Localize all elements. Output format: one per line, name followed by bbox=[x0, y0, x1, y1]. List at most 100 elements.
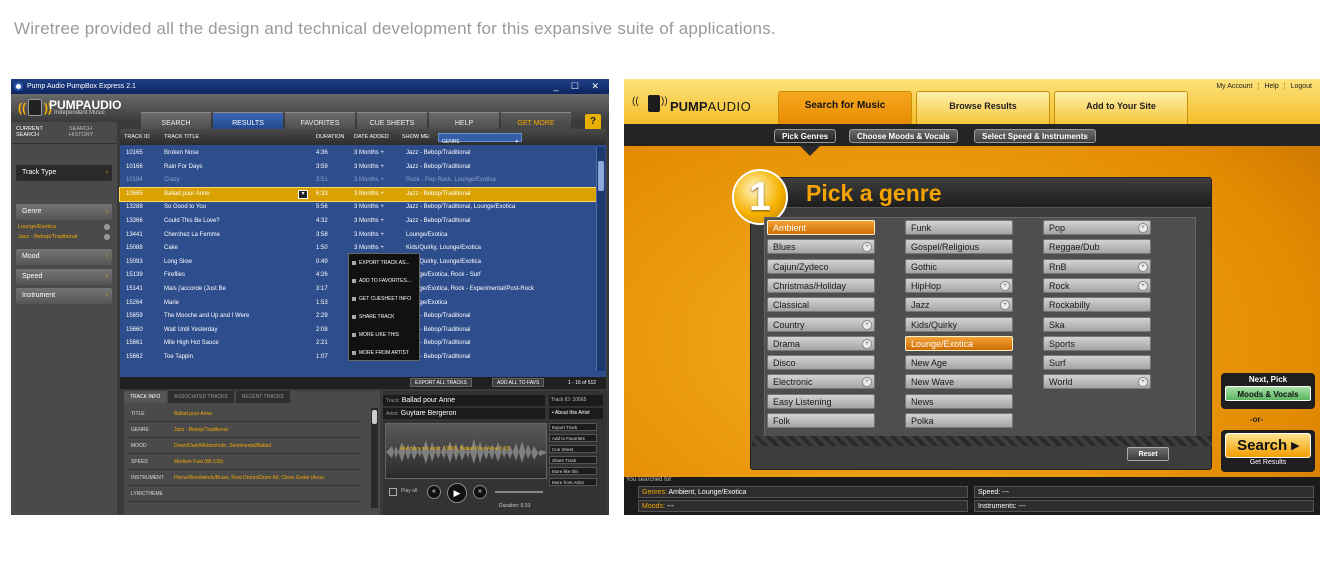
expand-icon[interactable]: + bbox=[862, 377, 872, 388]
genre-button-world[interactable]: World + bbox=[1043, 374, 1151, 390]
table-row[interactable]: 10166 Rain For Days 3:59 3 Months + Jazz - B… bbox=[120, 161, 596, 175]
genre-button-lounge-exotica[interactable]: Lounge/Exotica bbox=[905, 335, 1013, 351]
col-track-id[interactable]: TRACK ID bbox=[124, 134, 150, 140]
table-row[interactable]: 10165 Broken Nose 4:36 3 Months + Jazz - Beb… bbox=[120, 147, 596, 161]
table-scrollbar[interactable] bbox=[596, 147, 605, 371]
genre-button-gospel-religious[interactable]: Gospel/Religious bbox=[905, 239, 1013, 255]
my-account-link[interactable]: My Account bbox=[1216, 83, 1252, 90]
genre-button-funk[interactable]: Funk bbox=[905, 220, 1013, 235]
genre-button-polka[interactable]: Polka bbox=[905, 413, 1013, 428]
tab-search-history[interactable]: SEARCH HISTORY bbox=[64, 122, 117, 143]
expand-icon[interactable]: + bbox=[862, 242, 872, 253]
genre-button-new-age[interactable]: New Age bbox=[905, 355, 1013, 371]
window-controls[interactable]: _ ☐ ✕ bbox=[553, 79, 604, 94]
help-icon[interactable]: ? bbox=[585, 114, 601, 130]
table-row[interactable]: 13288 So Good to You 5:56 3 Months + Jazz - … bbox=[120, 201, 596, 215]
reset-button[interactable]: Reset bbox=[1127, 447, 1169, 461]
volume-slider[interactable] bbox=[495, 491, 543, 493]
genre-button-new-wave[interactable]: New Wave bbox=[905, 374, 1013, 390]
context-menu-item[interactable]: EXPORT TRACK AS... bbox=[349, 254, 419, 272]
genre-button-sports[interactable]: Sports bbox=[1043, 335, 1151, 351]
expand-icon[interactable]: + bbox=[862, 319, 872, 330]
tab-current-search[interactable]: CURRENT SEARCH bbox=[11, 122, 64, 143]
table-row[interactable]: 13366 Could This Be Love? 4:32 3 Months + Ja… bbox=[120, 215, 596, 229]
genre-button-ska[interactable]: Ska bbox=[1043, 316, 1151, 332]
genre-button-pop[interactable]: Pop + bbox=[1043, 220, 1151, 235]
expand-icon[interactable]: + bbox=[1138, 280, 1148, 291]
genre-button-rock[interactable]: Rock + bbox=[1043, 277, 1151, 293]
expand-icon[interactable]: + bbox=[1138, 261, 1148, 272]
play-icon[interactable]: ▶ bbox=[447, 483, 467, 503]
genre-button-rockabilly[interactable]: Rockabilly bbox=[1043, 297, 1151, 313]
rewind-icon[interactable]: « bbox=[427, 485, 441, 499]
expand-icon[interactable]: + bbox=[1138, 223, 1148, 233]
expand-icon[interactable]: + bbox=[1000, 280, 1010, 291]
tab-associated-tracks[interactable]: ASSOCIATED TRACKS bbox=[168, 391, 234, 403]
context-menu-item[interactable]: GET CUESHEET INFO bbox=[349, 290, 419, 308]
genre-button-cajun-zydeco[interactable]: Cajun/Zydeco bbox=[767, 258, 875, 274]
scroll-thumb[interactable] bbox=[372, 410, 377, 424]
genre-button-country[interactable]: Country + bbox=[767, 316, 875, 332]
about-artist-link[interactable]: • About this Artist bbox=[549, 408, 603, 419]
player-action-button[interactable]: Add to Favorites bbox=[549, 434, 597, 442]
player-action-button[interactable]: Share Track bbox=[549, 456, 597, 464]
genre-button-classical[interactable]: Classical bbox=[767, 297, 875, 313]
tab-recent-tracks[interactable]: RECENT TRACKS bbox=[235, 391, 290, 403]
play-all-checkbox[interactable] bbox=[389, 488, 397, 496]
genre-button-christmas-holiday[interactable]: Christmas/Holiday bbox=[767, 277, 875, 293]
sidebar-track-type[interactable]: Track Type › bbox=[16, 165, 112, 181]
genre-button-blues[interactable]: Blues + bbox=[767, 239, 875, 255]
search-button[interactable]: Search ▸ bbox=[1225, 433, 1311, 458]
genre-button-kids-quirky[interactable]: Kids/Quirky bbox=[905, 316, 1013, 332]
context-menu-item[interactable]: ADD TO FAVORITES... bbox=[349, 272, 419, 290]
info-scrollbar[interactable] bbox=[371, 408, 378, 508]
scroll-thumb[interactable] bbox=[598, 161, 604, 191]
genre-button-ambient[interactable]: Ambient bbox=[767, 220, 875, 235]
expand-icon[interactable]: + bbox=[1138, 377, 1148, 388]
add-all-favs-button[interactable]: ADD ALL TO FAVS bbox=[492, 378, 545, 387]
genre-button-jazz[interactable]: Jazz + bbox=[905, 297, 1013, 313]
remove-icon[interactable] bbox=[104, 224, 110, 230]
genre-button-drama[interactable]: Drama + bbox=[767, 335, 875, 351]
sidebar-mood[interactable]: Mood › bbox=[16, 249, 112, 265]
genre-button-reggae-dub[interactable]: Reggae/Dub bbox=[1043, 239, 1151, 255]
table-row[interactable]: 10665 Ballad pour Anne 6:33 3 Months + Jazz … bbox=[119, 186, 597, 203]
genre-button-disco[interactable]: Disco bbox=[767, 355, 875, 371]
subtab-speed-instruments[interactable]: Select Speed & Instruments bbox=[974, 129, 1096, 143]
waveform-display[interactable]: File does not exist: 10665_Ballad Pour A… bbox=[385, 423, 547, 479]
table-row[interactable]: 13441 Cherchez La Femme 3:58 3 Months + Loun… bbox=[120, 229, 596, 243]
expand-icon[interactable]: + bbox=[1000, 300, 1010, 311]
export-all-button[interactable]: EXPORT ALL TRACKS bbox=[410, 378, 472, 387]
genre-button-easy-listening[interactable]: Easy Listening bbox=[767, 393, 875, 409]
sidebar-instrument[interactable]: Instrument › bbox=[16, 288, 112, 304]
player-action-button[interactable]: Export Track bbox=[549, 423, 597, 431]
genre-button-hiphop[interactable]: HipHop + bbox=[905, 277, 1013, 293]
sidebar-genre[interactable]: Genre › bbox=[16, 204, 112, 220]
tab-add-to-site[interactable]: Add to Your Site bbox=[1054, 91, 1188, 124]
player-action-button[interactable]: More from Artist bbox=[549, 478, 597, 486]
subtab-pick-genres[interactable]: Pick Genres bbox=[774, 129, 837, 143]
col-date-added[interactable]: DATE ADDED bbox=[354, 134, 389, 140]
context-menu-item[interactable]: MORE LIKE THIS bbox=[349, 326, 419, 344]
show-me-select[interactable]: GENRE ▾ bbox=[438, 133, 522, 145]
genre-button-folk[interactable]: Folk bbox=[767, 413, 875, 428]
window-titlebar[interactable]: Pump Audio PumpBox Express 2.1 _ ☐ ✕ bbox=[11, 79, 609, 94]
genre-button-electronic[interactable]: Electronic + bbox=[767, 374, 875, 390]
context-menu-item[interactable]: MORE FROM ARTIST bbox=[349, 344, 419, 362]
tab-search-for-music[interactable]: Search for Music bbox=[778, 91, 912, 124]
expand-icon[interactable]: + bbox=[862, 338, 872, 349]
context-menu-item[interactable]: SHARE TRACK bbox=[349, 308, 419, 326]
genre-button-gothic[interactable]: Gothic bbox=[905, 258, 1013, 274]
track-menu-icon[interactable]: ▾ bbox=[298, 189, 308, 199]
genre-button-rnb[interactable]: RnB + bbox=[1043, 258, 1151, 274]
table-row[interactable]: 10194 Crazy 3:51 3 Months + Rock - Pop Rock,… bbox=[120, 174, 596, 188]
moods-vocals-button[interactable]: Moods & Vocals bbox=[1225, 386, 1311, 401]
logout-link[interactable]: Logout bbox=[1291, 83, 1312, 90]
player-action-button[interactable]: More like this bbox=[549, 467, 597, 475]
remove-icon[interactable] bbox=[104, 234, 110, 240]
genre-button-surf[interactable]: Surf bbox=[1043, 355, 1151, 371]
subtab-moods-vocals[interactable]: Choose Moods & Vocals bbox=[849, 129, 958, 143]
sidebar-speed[interactable]: Speed › bbox=[16, 269, 112, 285]
col-track-title[interactable]: TRACK TITLE bbox=[164, 134, 199, 140]
forward-icon[interactable]: » bbox=[473, 485, 487, 499]
